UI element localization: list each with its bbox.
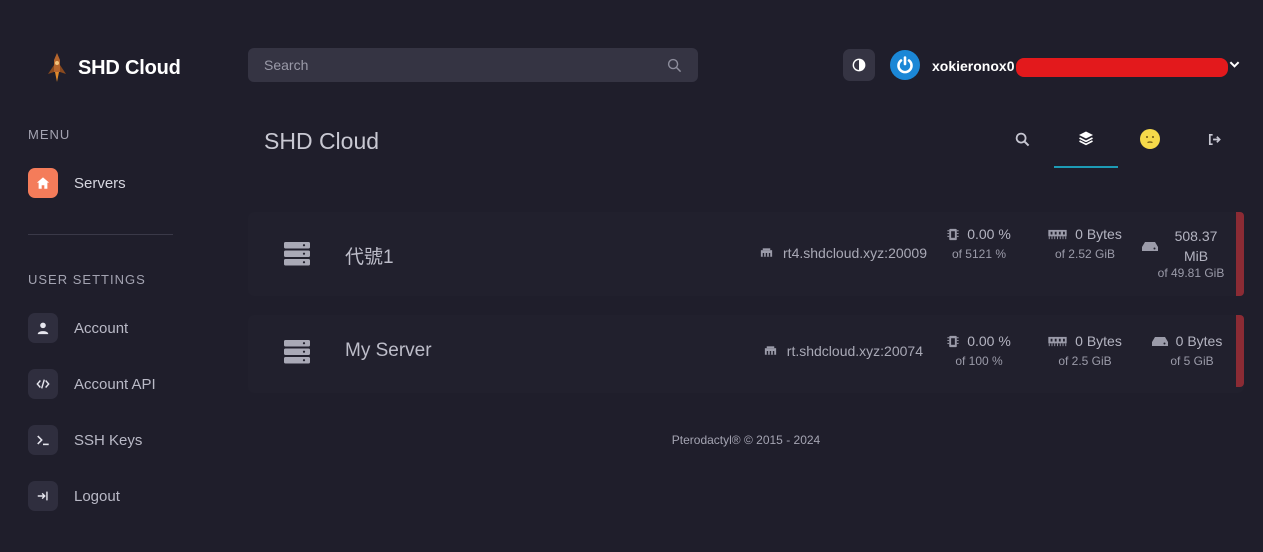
server-name[interactable]: My Server (345, 340, 432, 362)
user-icon (28, 313, 58, 343)
disk-limit: of 5 GiB (1170, 354, 1214, 368)
status-indicator (1236, 212, 1244, 296)
disk-limit: of 49.81 GiB (1157, 266, 1225, 280)
memory-limit: of 2.52 GiB (1054, 247, 1116, 261)
server-address: rt4.shdcloud.xyz:20009 (759, 245, 927, 261)
search-icon[interactable] (667, 58, 682, 73)
power-icon (897, 56, 913, 74)
cpu-icon (947, 228, 959, 240)
server-icon (284, 340, 310, 364)
sidebar-item-label: Account (74, 319, 129, 337)
disk-usage: 0 Bytes of 5 GiB (1145, 333, 1229, 368)
sign-out-icon (1208, 133, 1221, 145)
brand[interactable]: SHD Cloud (45, 52, 181, 84)
cpu-limit: of 100 % (955, 354, 1003, 368)
settings-section-title: USER SETTINGS (28, 272, 146, 287)
avatar[interactable] (890, 50, 920, 80)
sidebar-item-label: Account API (74, 375, 156, 393)
sidebar-item-servers[interactable]: Servers (28, 168, 126, 198)
disk-value: 0 Bytes (1175, 333, 1223, 349)
server-address-text: rt4.shdcloud.xyz:20009 (783, 245, 927, 261)
username[interactable]: xokieronox0 (932, 58, 1014, 74)
layers-icon (1079, 131, 1093, 146)
sidebar-item-logout[interactable]: Logout (28, 481, 120, 511)
search-bar[interactable] (248, 48, 698, 82)
rocket-logo (48, 53, 66, 82)
cpu-usage: 0.00 % of 100 % (943, 333, 1015, 368)
page-title: SHD Cloud (264, 128, 380, 154)
server-card[interactable]: 代號1 rt4.shdcloud.xyz:20009 0.00 % of 512… (248, 212, 1244, 296)
sidebar-divider (28, 234, 173, 235)
ethernet-icon (760, 248, 773, 257)
ethernet-icon (764, 346, 776, 355)
tab-servers[interactable] (1054, 110, 1118, 168)
cpu-icon (947, 335, 959, 347)
memory-value: 0 Bytes (1075, 226, 1122, 242)
search-icon (1015, 132, 1029, 146)
disk-usage: 508.37 MiB of 49.81 GiB (1141, 226, 1227, 280)
logout-icon (28, 481, 58, 511)
cpu-value: 0.00 % (967, 226, 1011, 242)
menu-section-title: MENU (28, 127, 71, 142)
tab-emoji[interactable] (1118, 110, 1182, 168)
redaction-mark (1016, 58, 1228, 77)
disk-value: 508.37 MiB (1174, 228, 1218, 264)
memory-limit: of 2.5 GiB (1058, 354, 1112, 368)
brand-name: SHD Cloud (78, 56, 181, 79)
page-header: SHD Cloud (248, 110, 1244, 170)
tab-search[interactable] (990, 110, 1054, 168)
server-address-text: rt.shdcloud.xyz:20074 (786, 343, 923, 359)
sidebar-item-account-api[interactable]: Account API (28, 369, 156, 399)
tab-sign-out[interactable] (1182, 110, 1246, 168)
sidebar-item-label: Logout (74, 487, 120, 505)
emoji-icon (1140, 129, 1160, 149)
footer: Pterodactyl® © 2015 - 2024 (0, 433, 1263, 447)
server-address: rt.shdcloud.xyz:20074 (763, 343, 923, 359)
cpu-value: 0.00 % (967, 333, 1011, 349)
cpu-usage: 0.00 % of 5121 % (943, 226, 1015, 261)
memory-usage: 0 Bytes of 2.5 GiB (1042, 333, 1128, 368)
sidebar-item-account[interactable]: Account (28, 313, 128, 343)
cpu-limit: of 5121 % (951, 247, 1007, 261)
search-input[interactable] (264, 57, 667, 73)
hdd-icon (1142, 241, 1158, 251)
server-name[interactable]: 代號1 (345, 242, 394, 269)
memory-icon (1048, 229, 1067, 239)
theme-toggle-button[interactable] (843, 49, 875, 81)
footer-text[interactable]: Pterodactyl® © 2015 - 2024 (248, 433, 1244, 447)
memory-usage: 0 Bytes of 2.52 GiB (1042, 226, 1128, 261)
chevron-down-icon[interactable] (1229, 60, 1240, 69)
status-indicator (1236, 315, 1244, 387)
hdd-icon (1151, 336, 1168, 346)
code-icon (28, 369, 58, 399)
home-icon (28, 168, 58, 198)
memory-value: 0 Bytes (1075, 333, 1122, 349)
server-icon (284, 242, 310, 266)
server-card[interactable]: My Server rt.shdcloud.xyz:20074 0.00 % o… (248, 315, 1244, 393)
contrast-icon (852, 58, 866, 72)
sidebar-item-label: Servers (74, 174, 126, 192)
memory-icon (1048, 336, 1067, 346)
